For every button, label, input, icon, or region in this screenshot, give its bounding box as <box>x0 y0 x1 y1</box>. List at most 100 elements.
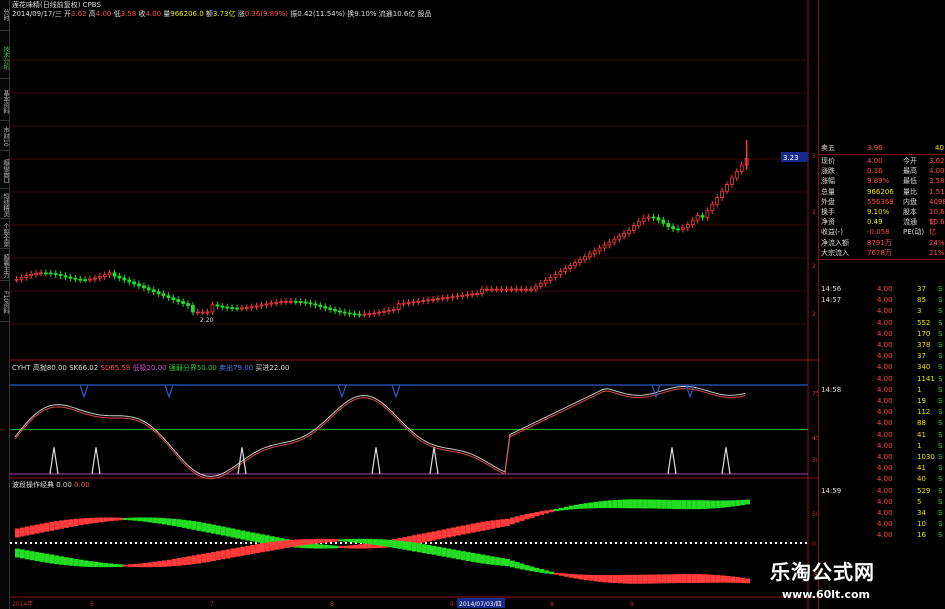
tick-row: 4.00 378 S <box>819 340 945 350</box>
band-bar-upper <box>93 517 99 523</box>
band-bar-upper <box>211 524 216 534</box>
tick-row: 4.00 340 S <box>819 362 945 372</box>
candle-up <box>29 273 34 277</box>
candle-down <box>313 303 318 306</box>
candle-up <box>382 310 386 313</box>
candle-down <box>151 289 156 293</box>
side-tab-0[interactable]: 分时 <box>0 0 9 31</box>
quote-value: 0.36 <box>867 167 883 176</box>
candle-down <box>293 300 298 303</box>
candle-up <box>558 271 563 275</box>
side-tab-6[interactable]: 个股全景 <box>0 222 9 249</box>
band-bar-lower <box>436 546 442 556</box>
band-bar-lower <box>539 569 545 573</box>
band-bar-lower <box>593 574 599 582</box>
band-bar-upper <box>598 501 603 509</box>
quote-value: 556369 <box>867 197 894 206</box>
candle-up <box>514 288 519 291</box>
quote-value-2: 3.62 <box>929 157 945 165</box>
band-bar-upper <box>686 500 692 510</box>
band-bar-upper <box>83 518 89 525</box>
band-bar-lower <box>603 575 608 583</box>
side-tab-3[interactable]: 市财10 <box>0 124 9 151</box>
band-bar-lower <box>715 575 721 583</box>
candle-down <box>298 301 303 303</box>
band-bar-lower <box>215 551 221 561</box>
tick-price: 4.00 <box>877 307 893 316</box>
candle-up <box>597 247 602 252</box>
tick-side: S <box>938 531 943 540</box>
side-tab-7[interactable]: 超赢主力 <box>0 252 9 281</box>
side-tab-4[interactable]: 超级盘口 <box>0 154 9 189</box>
candle-up <box>274 301 279 304</box>
buy-signal <box>91 447 101 475</box>
band-bar-upper <box>691 500 697 510</box>
current-price-label: 3.23 <box>783 154 799 162</box>
band-bar-upper <box>740 499 746 506</box>
side-tab-5[interactable]: 短线精灵 <box>0 192 9 219</box>
candle-up <box>421 300 426 302</box>
band-bar-lower <box>137 563 143 568</box>
band-bar-upper <box>157 517 162 524</box>
sell5-row: 卖五 3.96 40 <box>819 143 945 153</box>
band-bar-upper <box>701 500 706 509</box>
band-bar-upper <box>730 500 736 507</box>
candle-down <box>68 276 73 279</box>
band-bar-lower <box>745 578 750 584</box>
band-bar-lower <box>318 538 324 544</box>
side-tab-8[interactable]: F10资料 <box>0 285 9 322</box>
band-bar-lower <box>73 558 79 567</box>
band-bar-upper <box>710 500 716 509</box>
band-bar-upper <box>607 500 613 509</box>
cyht-indicator-header: CYHT 高抛80.00 SK66.02 SD65.58 低吸20.00 强弱分… <box>12 364 290 372</box>
band-bar-upper <box>745 499 750 505</box>
band-bar-upper <box>436 530 442 540</box>
tick-row: 4.00 1141 S <box>819 374 945 384</box>
candle-up <box>636 220 641 227</box>
band-bar-lower <box>59 556 64 565</box>
candle-up <box>480 288 484 294</box>
band-bar-lower <box>637 574 643 584</box>
tick-volume: 41 <box>917 464 926 473</box>
candle-down <box>230 307 235 310</box>
buy-signal <box>429 447 439 475</box>
side-tab-1[interactable]: 技术分析 <box>0 38 9 79</box>
band-bar-lower <box>299 539 305 546</box>
candle-up <box>646 216 651 219</box>
candle-down <box>328 307 333 310</box>
tick-time: 14:59 <box>821 486 842 495</box>
band-bar-upper <box>554 508 559 512</box>
band-bar-upper <box>568 505 574 510</box>
band-bar-upper <box>162 518 167 525</box>
candle-up <box>705 210 710 218</box>
band-bar-lower <box>358 538 363 544</box>
side-tab-2[interactable]: 基本资料 <box>0 84 9 121</box>
candle-up <box>602 244 607 249</box>
band-bar-lower <box>558 573 564 576</box>
band-bar-upper <box>617 499 623 509</box>
tick-volume: 340 <box>917 363 931 372</box>
band-bar-upper <box>230 528 236 538</box>
band-bar-lower <box>294 539 300 547</box>
candle-down <box>352 313 357 316</box>
tick-side: S <box>938 464 943 473</box>
band-bar-lower <box>196 554 202 564</box>
band-bar-lower <box>573 574 579 579</box>
candle-up <box>435 298 440 301</box>
candle-up <box>97 276 102 279</box>
band-bar-upper <box>64 519 69 528</box>
band-bar-upper <box>544 510 550 514</box>
candle-up <box>529 288 533 291</box>
candle-up <box>695 215 700 221</box>
tick-price: 4.00 <box>877 430 893 439</box>
band-bar-lower <box>250 544 256 554</box>
candle-down <box>181 301 186 304</box>
candle-up <box>372 312 377 315</box>
band-bar-upper <box>152 517 158 523</box>
candle-down <box>661 219 666 224</box>
band-bar-lower <box>39 552 45 562</box>
kline-chart-area[interactable]: 3.232.952.652.383.232.2075.0045.0030.005… <box>10 0 818 609</box>
band-bar-upper <box>715 500 721 509</box>
tick-row: 4.00 1030 S <box>819 452 945 462</box>
candle-up <box>617 235 622 240</box>
